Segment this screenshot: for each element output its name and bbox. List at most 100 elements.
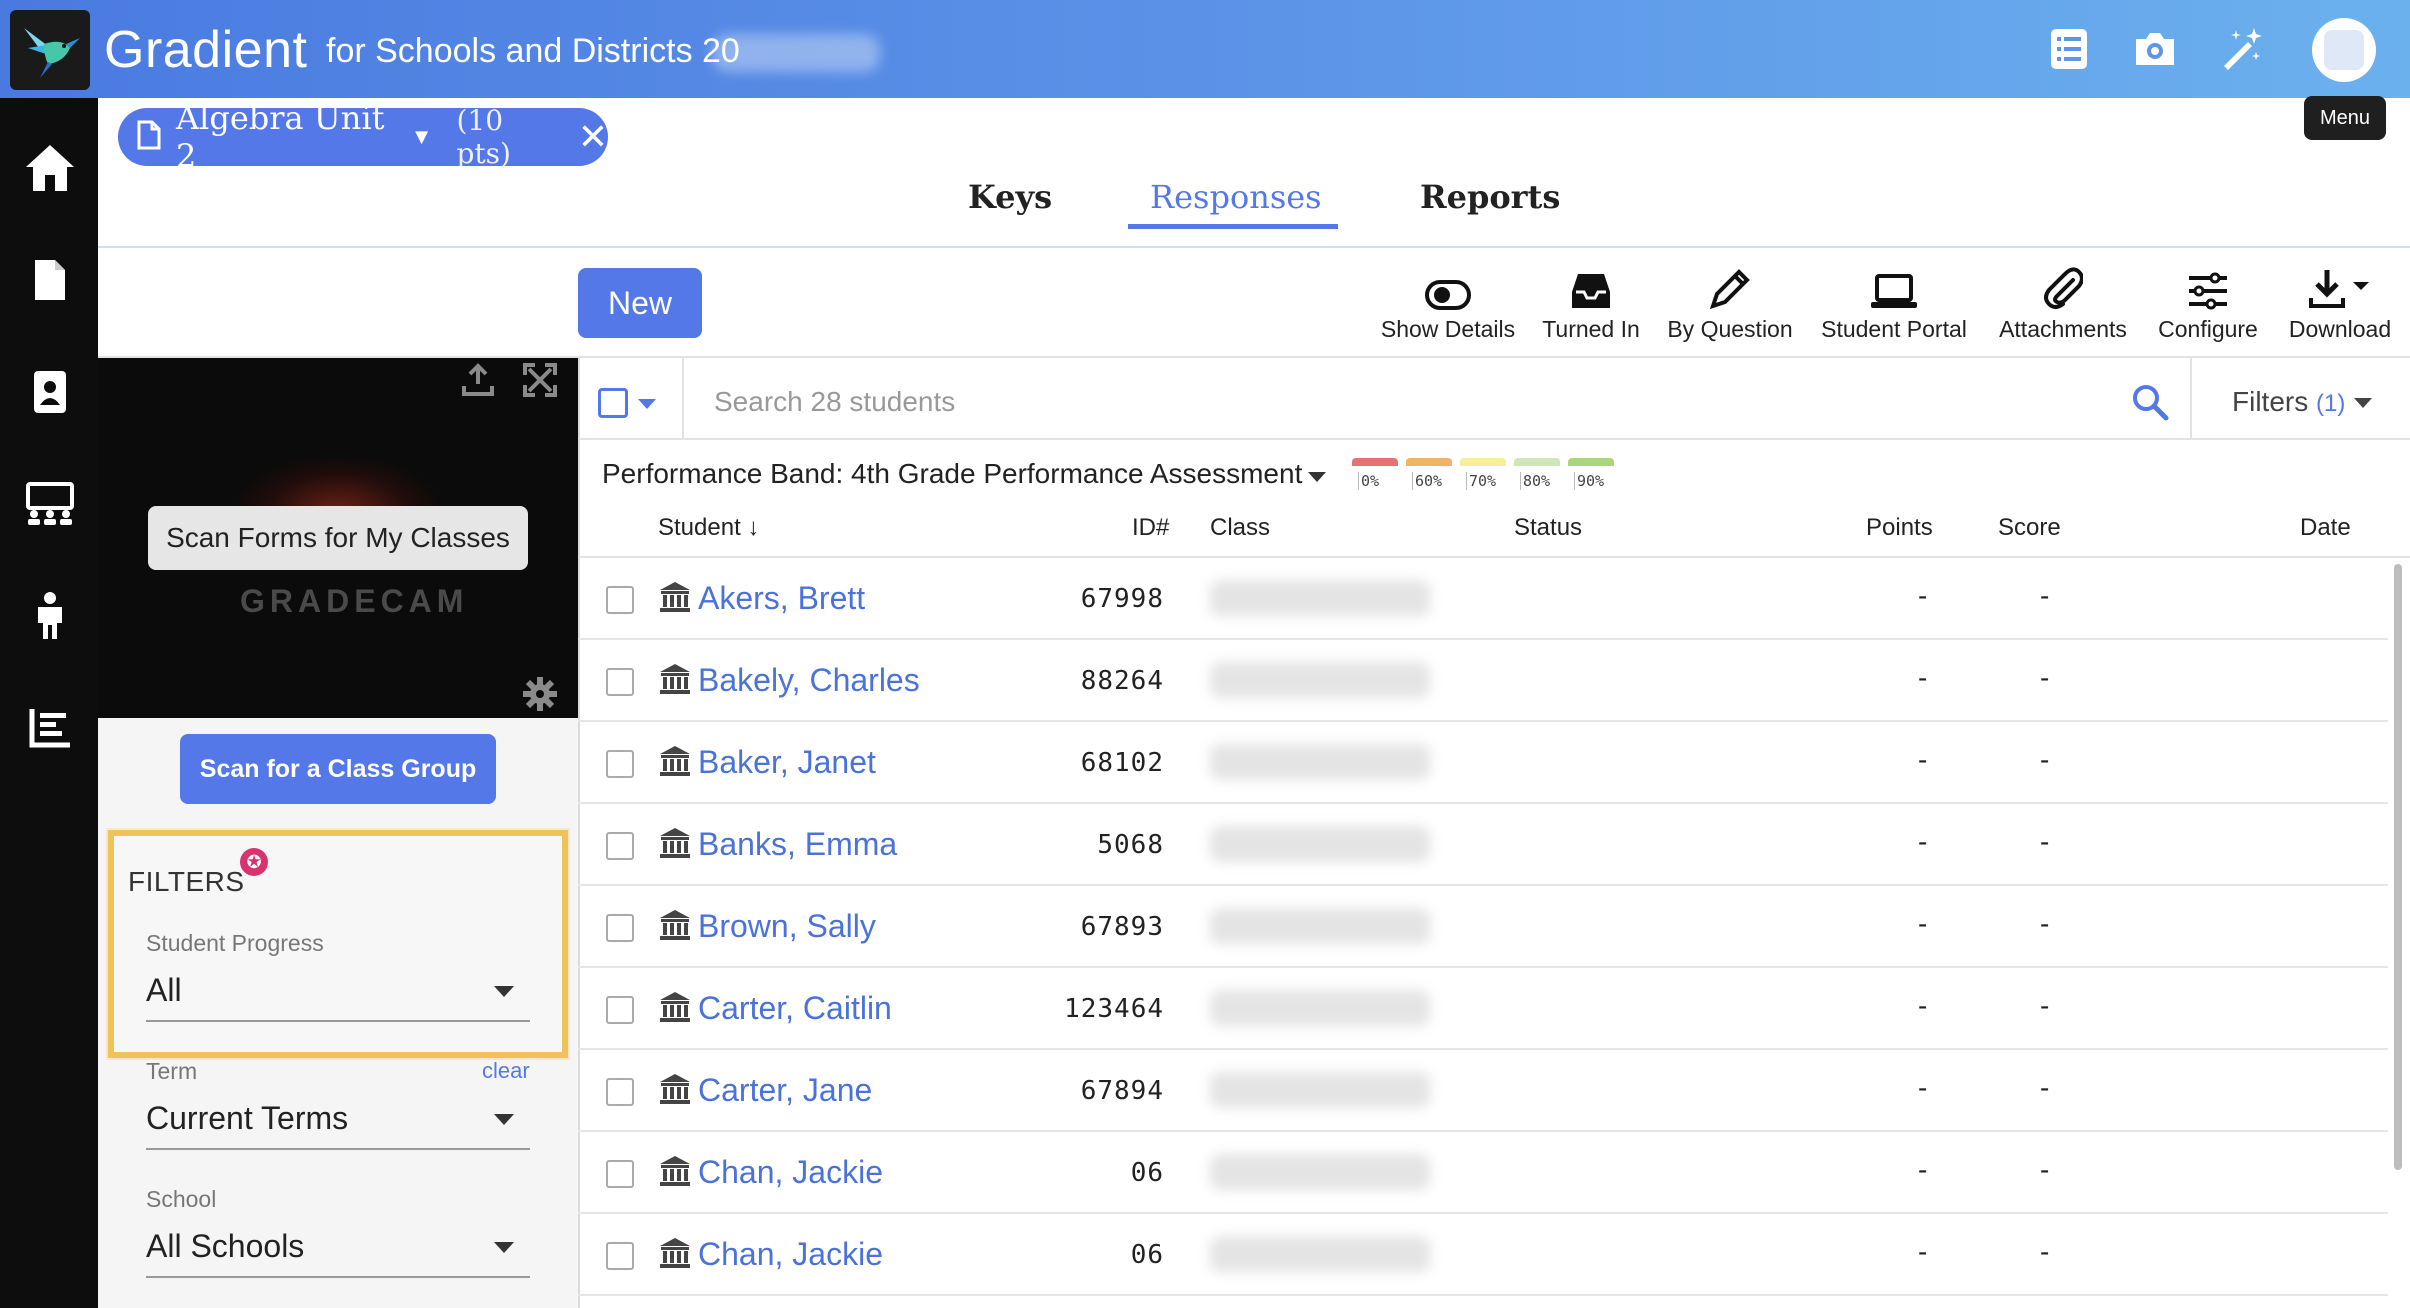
list-icon[interactable] [2044, 24, 2094, 74]
close-icon[interactable]: ✕ [578, 116, 608, 158]
row-checkbox[interactable] [606, 1242, 634, 1270]
student-name-link[interactable]: Brown, Sally [698, 908, 876, 945]
search-divider [682, 358, 684, 440]
table-row[interactable]: Carter, Jane 67894 - - [578, 1050, 2388, 1132]
row-checkbox[interactable] [606, 1078, 634, 1106]
id-badge-icon[interactable] [24, 366, 76, 418]
tab-keys[interactable]: Keys [968, 178, 1052, 216]
document-icon[interactable] [24, 254, 76, 306]
chevron-down-icon[interactable] [494, 986, 514, 997]
student-progress-select[interactable]: All [146, 972, 182, 1009]
column-header-date[interactable]: Date [2300, 514, 2351, 542]
band-chip: 70% [1460, 458, 1506, 492]
reports-chart-icon[interactable] [24, 702, 76, 754]
score-cell: - [2040, 662, 2050, 693]
filters-dropdown[interactable]: Filters (1) [2232, 386, 2345, 418]
inbox-icon [1538, 266, 1644, 310]
column-header-points[interactable]: Points [1866, 514, 1933, 542]
column-header-student[interactable]: Student ↓ [658, 514, 759, 542]
student-name-link[interactable]: Chan, Jackie [698, 1154, 883, 1191]
classroom-icon[interactable] [24, 478, 76, 530]
table-row[interactable]: Akers, Brett 67998 - - [578, 558, 2388, 640]
magic-wand-icon[interactable] [2216, 24, 2266, 74]
table-row[interactable]: Bakely, Charles 88264 - - [578, 640, 2388, 722]
row-checkbox[interactable] [606, 750, 634, 778]
student-name-link[interactable]: Akers, Brett [698, 580, 865, 617]
student-id: 5068 [1097, 830, 1164, 860]
table-row[interactable]: Carter, Caitlin 123464 - - [578, 968, 2388, 1050]
sliders-icon [2152, 266, 2264, 310]
table-row[interactable]: Chan, Jackie 06 - - [578, 1214, 2388, 1296]
school-select[interactable]: All Schools [146, 1228, 304, 1265]
configure-button[interactable]: Configure [2152, 266, 2264, 343]
row-checkbox[interactable] [606, 832, 634, 860]
institution-icon [658, 908, 692, 944]
scan-forms-button[interactable]: Scan Forms for My Classes [148, 506, 528, 570]
student-portal-button[interactable]: Student Portal [1816, 266, 1972, 343]
student-name-link[interactable]: Banks, Emma [698, 826, 897, 863]
institution-icon [658, 1072, 692, 1108]
points-cell: - [1918, 1072, 1928, 1103]
student-name-link[interactable]: Carter, Jane [698, 1072, 872, 1109]
class-cell-redacted [1210, 744, 1430, 780]
attachments-button[interactable]: Attachments [1992, 266, 2134, 343]
tab-reports[interactable]: Reports [1420, 178, 1560, 216]
table-scrollbar[interactable] [2394, 564, 2402, 1170]
table-row[interactable]: Chan, Jackie 06 - - [578, 1132, 2388, 1214]
sort-down-arrow-icon: ↓ [747, 514, 760, 541]
points-cell: - [1918, 1154, 1928, 1185]
student-name-link[interactable]: Chan, Jackie [698, 1236, 883, 1273]
table-row[interactable]: Brown, Sally 67893 - - [578, 886, 2388, 968]
student-icon[interactable] [24, 590, 76, 642]
points-cell: - [1918, 744, 1928, 775]
hummingbird-logo-icon[interactable] [10, 10, 90, 90]
tab-responses[interactable]: Responses [1150, 178, 1322, 216]
home-icon[interactable] [24, 142, 76, 194]
row-checkbox[interactable] [606, 914, 634, 942]
chevron-down-icon[interactable] [494, 1114, 514, 1125]
row-checkbox[interactable] [606, 668, 634, 696]
class-cell-redacted [1210, 580, 1430, 616]
chevron-down-icon[interactable] [638, 399, 656, 409]
camera-icon[interactable] [2130, 24, 2180, 74]
student-name-link[interactable]: Bakely, Charles [698, 662, 920, 699]
search-icon[interactable] [2130, 382, 2170, 422]
fullscreen-icon[interactable] [520, 360, 560, 400]
row-checkbox[interactable] [606, 586, 634, 614]
tab-divider [98, 246, 2410, 248]
column-header-id[interactable]: ID# [1132, 514, 1169, 542]
term-select[interactable]: Current Terms [146, 1100, 348, 1137]
assignment-selector[interactable]: Algebra Unit 2 ▼ (10 pts) ✕ [118, 99, 608, 175]
chevron-down-icon[interactable] [2354, 398, 2372, 408]
column-header-score[interactable]: Score [1998, 514, 2061, 542]
avatar[interactable] [2312, 18, 2376, 82]
search-input[interactable] [714, 382, 2014, 422]
score-cell: - [2040, 908, 2050, 939]
score-cell: - [2040, 990, 2050, 1021]
row-checkbox[interactable] [606, 1160, 634, 1188]
download-button[interactable]: Download [2282, 266, 2398, 343]
turned-in-button[interactable]: Turned In [1538, 266, 1644, 343]
chevron-down-icon[interactable] [494, 1242, 514, 1253]
column-header-class[interactable]: Class [1210, 514, 1270, 542]
band-color-bar [1514, 458, 1560, 466]
band-color-bar [1460, 458, 1506, 466]
column-header-status[interactable]: Status [1514, 514, 1582, 542]
show-details-button[interactable]: Show Details [1380, 266, 1516, 343]
upload-icon[interactable] [458, 360, 498, 400]
performance-band-selector[interactable]: Performance Band: 4th Grade Performance … [602, 458, 1302, 490]
school-underline [146, 1276, 530, 1278]
chevron-down-icon[interactable] [1308, 472, 1326, 482]
row-checkbox[interactable] [606, 996, 634, 1024]
select-all-checkbox[interactable] [598, 388, 628, 418]
student-name-link[interactable]: Baker, Janet [698, 744, 876, 781]
table-row[interactable]: Banks, Emma 5068 - - [578, 804, 2388, 886]
table-row[interactable]: Baker, Janet 68102 - - [578, 722, 2388, 804]
term-clear-link[interactable]: clear [482, 1058, 530, 1084]
student-name-link[interactable]: Carter, Caitlin [698, 990, 892, 1027]
gear-icon[interactable] [520, 674, 560, 714]
institution-icon [658, 826, 692, 862]
new-button[interactable]: New [578, 268, 702, 338]
scan-class-group-button[interactable]: Scan for a Class Group [180, 734, 496, 804]
by-question-button[interactable]: By Question [1664, 266, 1796, 343]
